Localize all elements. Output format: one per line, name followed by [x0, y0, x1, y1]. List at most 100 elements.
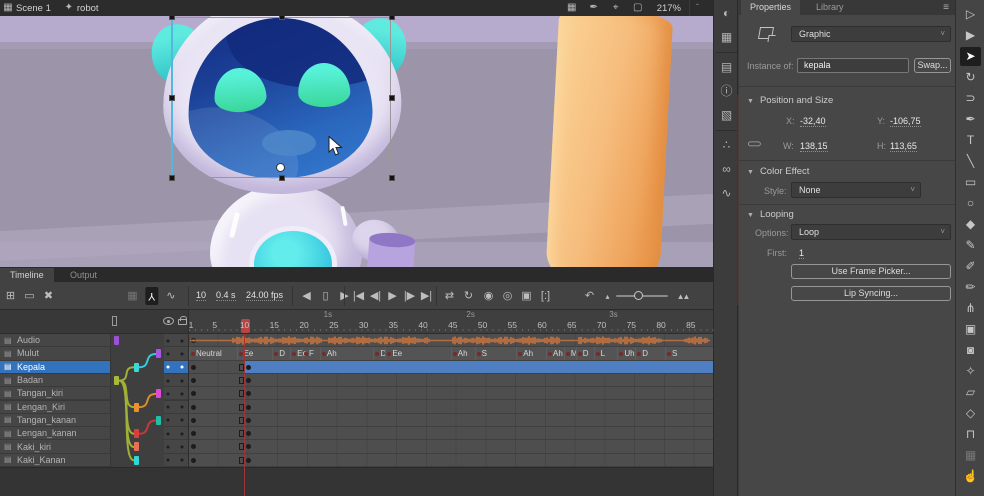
keyframe-dot[interactable]: [619, 352, 623, 356]
keyframe-dot[interactable]: [246, 431, 251, 436]
lock-dot[interactable]: [181, 446, 184, 449]
paint-bucket-tool[interactable]: ▣: [960, 320, 981, 339]
lock-dot[interactable]: [181, 339, 184, 342]
visibility-dot[interactable]: [167, 339, 170, 342]
selection-handle[interactable]: [169, 16, 175, 20]
rig-swatch-lengan_kiri[interactable]: [134, 403, 139, 412]
edit-symbols-icon[interactable]: ✒: [583, 0, 605, 16]
section-position-and-size[interactable]: ▼Position and Size: [747, 95, 833, 106]
new-layer-icon[interactable]: ⊞: [4, 288, 17, 304]
new-folder-icon[interactable]: ▭: [23, 288, 36, 304]
frame-row-tangan_kiri[interactable]: [189, 387, 713, 400]
keyframe-dot[interactable]: [453, 352, 457, 356]
align-panel-icon[interactable]: ▤: [714, 56, 739, 78]
frame-row-kepala[interactable]: [189, 361, 713, 374]
line-tool[interactable]: ╲: [960, 152, 981, 171]
onion-skin-icon[interactable]: ◉: [482, 288, 495, 304]
camera-icon[interactable]: ▦: [126, 288, 139, 304]
visibility-dot[interactable]: [167, 352, 170, 355]
edit-scene-icon[interactable]: ▦: [561, 0, 583, 16]
camera-tool[interactable]: ▦: [960, 446, 981, 465]
color-panel-icon[interactable]: ◐: [714, 2, 739, 24]
loop-playback-icon[interactable]: ⇄: [443, 288, 456, 304]
rectangle-tool[interactable]: ▭: [960, 173, 981, 192]
selected-frame-span[interactable]: [245, 361, 713, 373]
cc-libraries-panel-icon[interactable]: ∞: [714, 158, 739, 180]
bone-tool[interactable]: ⋔: [960, 299, 981, 318]
visibility-dot[interactable]: [167, 419, 170, 422]
keyframe-dot[interactable]: [191, 458, 196, 463]
frame-picker-panel-icon[interactable]: ∿: [714, 182, 739, 204]
keyframe-dot[interactable]: [637, 352, 641, 356]
link-width-height-icon[interactable]: ⊂⊃: [747, 139, 760, 150]
timeline-zoom-out-icon[interactable]: ▴: [601, 289, 614, 305]
keyframe-dot[interactable]: [304, 352, 308, 356]
stage-zoom-dropdown-icon[interactable]: ˇ: [689, 0, 705, 16]
keyframe-dot[interactable]: [322, 352, 326, 356]
graph-editor-icon[interactable]: ∿: [164, 288, 177, 304]
tab-output[interactable]: Output: [60, 268, 107, 282]
frame-rate-hot-text[interactable]: 24.00 fps: [246, 290, 283, 301]
rig-swatch-audio[interactable]: [114, 336, 119, 345]
robot-cup[interactable]: [367, 236, 416, 268]
polystar-tool[interactable]: ◆: [960, 215, 981, 234]
frame-row-mulut[interactable]: NeutralEeDEeFAhDEeAhSAhAhMDLUhDS: [189, 347, 713, 360]
keyframe-dot[interactable]: [518, 352, 522, 356]
symbol-type-select[interactable]: Graphic ˅: [791, 26, 951, 42]
current-frame-hot-text[interactable]: 10: [196, 290, 206, 301]
keyframe-dot[interactable]: [578, 352, 582, 356]
visibility-column-icon[interactable]: [163, 317, 174, 325]
elapsed-time-hot-text[interactable]: 0.4 s: [216, 290, 236, 301]
lock-column-icon[interactable]: [178, 319, 187, 325]
keyframe-dot[interactable]: [375, 352, 379, 356]
transform-panel-icon[interactable]: ▧: [714, 104, 739, 126]
timeline-zoom-slider-knob[interactable]: [634, 291, 643, 300]
keyframe-dot[interactable]: [596, 352, 600, 356]
next-frame-icon[interactable]: |▶: [403, 288, 416, 304]
pencil-tool[interactable]: ✎: [960, 236, 981, 255]
ink-bottle-tool[interactable]: ◙: [960, 341, 981, 360]
keyframe-dot[interactable]: [477, 352, 481, 356]
text-tool[interactable]: T: [960, 131, 981, 150]
lip-syncing-button[interactable]: Lip Syncing...: [791, 286, 951, 301]
visibility-dot[interactable]: [167, 406, 170, 409]
delete-layer-icon[interactable]: ✖: [42, 288, 55, 304]
lock-dot[interactable]: [181, 392, 184, 395]
lock-dot[interactable]: [181, 352, 184, 355]
keyframe-dot[interactable]: [191, 405, 196, 410]
hand-tool[interactable]: ☝: [960, 467, 981, 486]
w-value[interactable]: 138,15: [800, 141, 828, 152]
y-value[interactable]: -106,75: [890, 116, 921, 127]
keyframe-dot[interactable]: [191, 444, 196, 449]
keyframe-dot[interactable]: [246, 418, 251, 423]
lock-dot[interactable]: [181, 419, 184, 422]
prev-frame-icon[interactable]: ◀|: [369, 288, 382, 304]
panel-menu-icon[interactable]: ≡: [943, 0, 949, 15]
last-frame-icon[interactable]: ▶|: [420, 288, 433, 304]
lock-dot[interactable]: [181, 459, 184, 462]
loop-frame-icon[interactable]: ▯: [319, 288, 332, 304]
tab-timeline[interactable]: Timeline: [0, 268, 54, 282]
keyframe-dot[interactable]: [246, 405, 251, 410]
visibility-dot[interactable]: [167, 446, 170, 449]
keyframe-dot[interactable]: [292, 352, 296, 356]
timeline-zoom-slider[interactable]: [616, 295, 668, 297]
breadcrumb-symbol[interactable]: robot: [77, 3, 99, 14]
marker-range-icon[interactable]: [:]: [539, 288, 552, 304]
eyedropper-tool[interactable]: ✧: [960, 362, 981, 381]
instance-name-field[interactable]: kepala: [797, 58, 909, 73]
classic-brush-tool[interactable]: ✏: [960, 278, 981, 297]
rig-swatch-kaki_kiri[interactable]: [134, 442, 139, 451]
pen-tool[interactable]: ✒: [960, 110, 981, 129]
clip-content-icon[interactable]: ▢: [627, 0, 649, 16]
visibility-dot[interactable]: [167, 379, 170, 382]
stage-canvas[interactable]: [0, 16, 713, 268]
keyframe-dot[interactable]: [246, 458, 251, 463]
step-back-icon[interactable]: ◀: [300, 288, 313, 304]
keyframe-dot[interactable]: [246, 378, 251, 383]
keyframe-dot[interactable]: [239, 352, 243, 356]
keyframe-dot[interactable]: [191, 378, 196, 383]
frames-grid[interactable]: NeutralEeDEeFAhDEeAhSAhAhMDLUhDS: [188, 334, 713, 467]
frame-row-audio[interactable]: [189, 334, 713, 347]
loop-options-select[interactable]: Loop ˅: [791, 224, 951, 240]
